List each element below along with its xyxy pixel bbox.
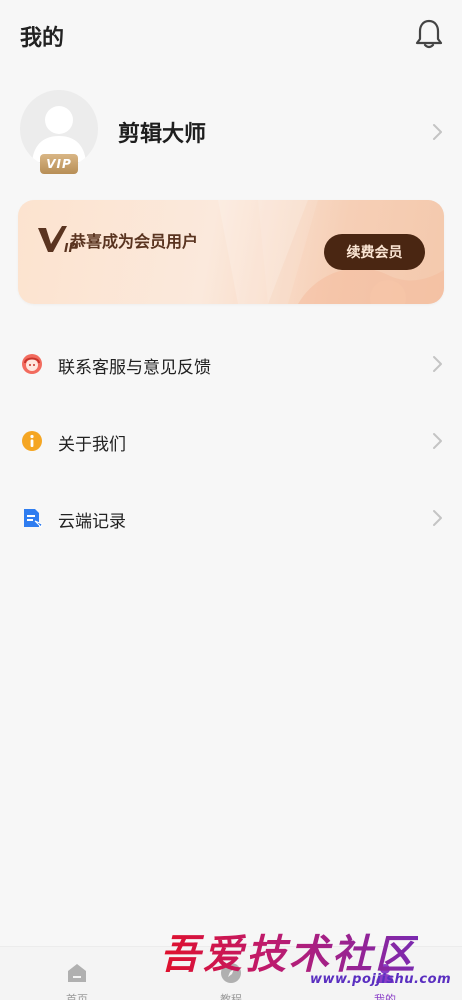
chevron-right-icon [433,510,442,526]
nav-label: 首页 [66,993,88,1000]
watermark: 吾爱技术社区 www.pojjishu.com [150,922,462,1000]
menu-label: 云端记录 [58,512,126,532]
watermark-url: www.pojjishu.com [310,972,452,987]
chevron-right-icon [433,124,442,140]
username: 剪辑大师 [118,122,207,147]
chevron-right-icon [433,356,442,372]
menu-label: 联系客服与意见反馈 [58,358,211,378]
customer-service-icon [22,354,42,374]
menu-label: 关于我们 [58,435,126,455]
home-icon [68,964,86,982]
renew-membership-button[interactable]: 续费会员 [324,234,425,270]
nav-item-home[interactable]: 首页 [0,947,154,1000]
info-icon [22,431,42,451]
cloud-record-icon [24,509,43,528]
bell-icon[interactable] [414,18,444,50]
menu-item-cloud-records[interactable]: 云端记录 [0,480,462,556]
chevron-right-icon [433,433,442,449]
my-page: 我的 VIP 剪辑大师 IP 恭喜成为会员用户 续费会员 联系客服与意见反馈 关… [0,0,462,1000]
vip-congrats-text: 恭喜成为会员用户 [70,232,199,251]
header: 我的 [0,0,462,70]
menu-item-customer-service[interactable]: 联系客服与意见反馈 [0,326,462,402]
menu-item-about-us[interactable]: 关于我们 [0,403,462,479]
page-title: 我的 [20,26,65,51]
vip-badge: VIP [40,154,78,174]
